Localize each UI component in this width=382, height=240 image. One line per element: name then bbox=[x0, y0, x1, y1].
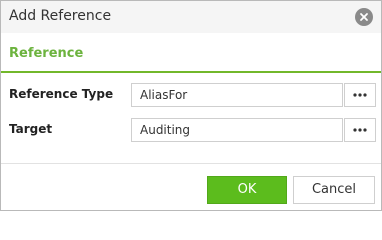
cancel-button[interactable]: Cancel bbox=[293, 176, 375, 204]
ok-button[interactable]: OK bbox=[207, 176, 287, 204]
target-value: Auditing bbox=[140, 123, 191, 137]
dialog-titlebar: Add Reference bbox=[1, 1, 381, 33]
reference-type-label: Reference Type bbox=[9, 87, 114, 101]
ellipsis-icon bbox=[353, 128, 367, 132]
reference-type-browse-button[interactable] bbox=[344, 83, 376, 107]
footer-divider bbox=[1, 163, 381, 164]
section-title: Reference bbox=[9, 46, 84, 61]
target-browse-button[interactable] bbox=[344, 118, 376, 142]
target-field[interactable]: Auditing bbox=[131, 118, 343, 142]
reference-type-field[interactable]: AliasFor bbox=[131, 83, 343, 107]
reference-type-value: AliasFor bbox=[140, 88, 188, 102]
add-reference-dialog: Add Reference Reference Reference Type A… bbox=[0, 0, 382, 211]
ellipsis-icon bbox=[353, 93, 367, 97]
close-button[interactable] bbox=[355, 8, 373, 26]
target-label: Target bbox=[9, 122, 53, 136]
dialog-title: Add Reference bbox=[9, 8, 112, 24]
section-header: Reference bbox=[1, 33, 381, 73]
close-icon bbox=[360, 13, 368, 21]
